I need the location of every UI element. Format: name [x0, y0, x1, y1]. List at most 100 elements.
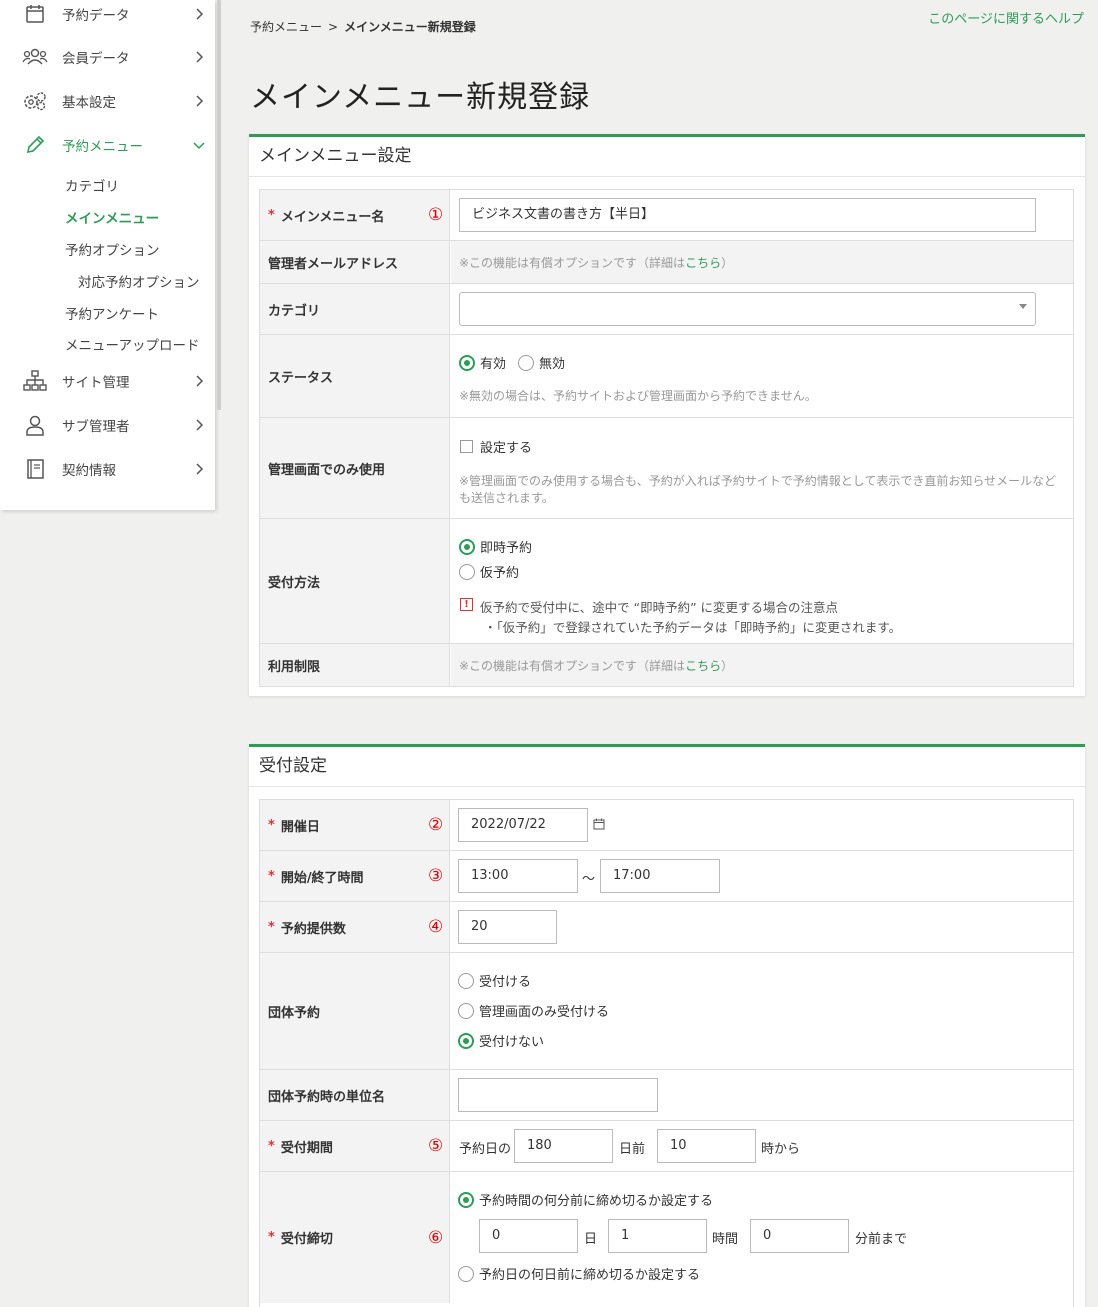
gears-icon	[22, 88, 48, 114]
field-label: * 受付期間 ⑤	[260, 1121, 450, 1171]
sidebar-item-reservation-data[interactable]: 予約データ	[0, 0, 215, 34]
form-row-category: カテゴリ	[260, 284, 1073, 335]
field-value: 予約日の 180 日前 10 時から	[451, 1121, 1073, 1171]
submenu-supported-option[interactable]: 対応予約オプション	[78, 271, 200, 291]
instant-reservation-radio[interactable]: 即時予約	[459, 537, 532, 556]
capacity-input[interactable]: 20	[458, 910, 557, 944]
status-active-radio[interactable]: 有効	[459, 353, 506, 372]
sidebar-scrollbar[interactable]	[217, 0, 221, 410]
group-reject-radio[interactable]: 受付けない	[458, 1031, 544, 1050]
category-select[interactable]	[459, 292, 1036, 326]
form-row-capacity: * 予約提供数 ④ 20	[260, 902, 1073, 953]
field-label: 管理者メールアドレス	[260, 241, 450, 283]
start-time-input[interactable]: 13:00	[458, 859, 578, 893]
sidebar-item-label: サブ管理者	[62, 419, 130, 435]
annotation-number: ③	[428, 866, 444, 886]
field-value: 13:00 ～ 17:00	[451, 851, 1073, 901]
sidebar-item-label: 予約データ	[62, 8, 130, 24]
end-time-input[interactable]: 17:00	[600, 859, 720, 893]
deadline-days-input[interactable]: 0	[479, 1219, 578, 1253]
field-value: ※この機能は有償オプションです（詳細はこちら）	[451, 241, 1073, 283]
sidebar-item-label: サイト管理	[62, 375, 130, 391]
warning-line2: ・「仮予約」で登録されていた予約データは「即時予約」に変更されます。	[484, 620, 902, 635]
field-label: 利用制限	[260, 644, 450, 686]
group-admin-only-radio[interactable]: 管理画面のみ受付ける	[458, 1001, 609, 1020]
field-value: 予約時間の何分前に締め切るか設定する 0 日 1 時間 0 分前まで 予約日の何…	[451, 1172, 1073, 1303]
group-accept-radio[interactable]: 受付ける	[458, 971, 531, 990]
section-title: メインメニュー設定	[249, 137, 1085, 177]
status-inactive-radio[interactable]: 無効	[518, 353, 565, 372]
field-label-text: 利用制限	[268, 659, 321, 675]
field-label: * 開始/終了時間 ③	[260, 851, 450, 901]
field-label-text: ステータス	[268, 370, 334, 386]
tentative-reservation-radio[interactable]: 仮予約	[459, 562, 519, 581]
calendar-icon[interactable]	[593, 818, 605, 830]
menu-name-input[interactable]: ビジネス文書の書き方【半日】	[459, 198, 1036, 232]
sidebar-item-site-management[interactable]: サイト管理	[0, 361, 215, 401]
field-label: * 受付締切 ⑥	[260, 1172, 450, 1303]
field-label: 団体予約	[260, 953, 450, 1069]
main-settings-card: メインメニュー設定 * メインメニュー名 ① ビジネス文書の書き方【半日】 管理…	[249, 134, 1085, 696]
required-mark: *	[268, 919, 275, 935]
sidebar-item-contract-info[interactable]: 契約情報	[0, 449, 215, 489]
sidebar-item-reservation-menu[interactable]: 予約メニュー	[0, 125, 215, 165]
main-settings-form: * メインメニュー名 ① ビジネス文書の書き方【半日】 管理者メールアドレス ※…	[259, 189, 1074, 687]
warning-line1: 仮予約で受付中に、途中で “即時予約” に変更する場合の注意点	[480, 600, 839, 615]
deadline-minutes-input[interactable]: 0	[750, 1219, 849, 1253]
field-label: 管理画面でのみ使用	[260, 418, 450, 518]
required-mark: *	[268, 1138, 275, 1154]
field-label-text: 受付期間	[280, 1140, 333, 1156]
field-value: ※この機能は有償オプションです（詳細はこちら）	[451, 644, 1073, 686]
field-value: 設定する ※管理画面でのみ使用する場合も、予約が入れば予約サイトで予約情報として…	[451, 418, 1073, 518]
field-label-text: メインメニュー名	[280, 209, 385, 225]
submenu-survey[interactable]: 予約アンケート	[65, 303, 159, 323]
deadline-days-unit: 日	[584, 1232, 598, 1247]
details-link[interactable]: こちら	[685, 256, 721, 270]
sidebar-item-basic-settings[interactable]: 基本設定	[0, 81, 215, 121]
period-days-input[interactable]: 180	[514, 1129, 613, 1163]
reception-settings-card: 受付設定 * 開催日 ② 2022/07/22 * 開始/終了時間 ③ 13:0…	[249, 744, 1085, 1307]
users-icon	[22, 44, 48, 70]
sitemap-icon	[22, 368, 48, 394]
sidebar-item-label: 会員データ	[62, 51, 130, 67]
sidebar-item-member-data[interactable]: 会員データ	[0, 37, 215, 77]
period-hours-input[interactable]: 10	[657, 1129, 756, 1163]
field-label-text: 開始/終了時間	[280, 870, 364, 886]
breadcrumb-separator: >	[328, 20, 339, 34]
breadcrumb: 予約メニュー > メインメニュー新規登録	[250, 18, 476, 35]
sidebar-item-sub-admin[interactable]: サブ管理者	[0, 405, 215, 445]
chevron-right-icon	[196, 463, 204, 475]
calendar-icon	[22, 1, 48, 27]
sidebar-item-label: 契約情報	[62, 463, 116, 479]
help-link[interactable]: このページに関するヘルプ	[928, 8, 1084, 27]
pencil-icon	[22, 132, 48, 158]
annotation-number: ⑤	[428, 1136, 444, 1156]
form-row-group-unit: 団体予約時の単位名	[260, 1070, 1073, 1121]
breadcrumb-parent[interactable]: 予約メニュー	[250, 20, 322, 34]
form-row-time: * 開始/終了時間 ③ 13:00 ～ 17:00	[260, 851, 1073, 902]
field-value	[451, 1070, 1073, 1120]
submenu-main-menu[interactable]: メインメニュー	[65, 207, 159, 227]
field-value: 20	[451, 902, 1073, 952]
submenu-category[interactable]: カテゴリ	[65, 175, 119, 195]
period-prefix: 予約日の	[459, 1142, 512, 1157]
deadline-days-radio[interactable]: 予約日の何日前に締め切るか設定する	[458, 1264, 700, 1283]
field-value: ビジネス文書の書き方【半日】	[451, 190, 1073, 240]
field-value: 即時予約 仮予約 ! 仮予約で受付中に、途中で “即時予約” に変更する場合の注…	[451, 519, 1073, 643]
breadcrumb-current: メインメニュー新規登録	[344, 20, 476, 34]
deadline-hours-input[interactable]: 1	[608, 1219, 707, 1253]
book-icon	[22, 456, 48, 482]
submenu-menu-upload[interactable]: メニューアップロード	[65, 334, 199, 354]
submenu-reservation-option[interactable]: 予約オプション	[65, 239, 160, 259]
admin-only-checkbox[interactable]: 設定する	[460, 437, 532, 456]
user-icon	[22, 412, 48, 438]
form-row-group-reservation: 団体予約 受付ける 管理画面のみ受付ける 受付けない	[260, 953, 1073, 1070]
field-value: 2022/07/22	[451, 800, 1073, 850]
group-unit-input[interactable]	[458, 1078, 658, 1112]
deadline-minutes-radio[interactable]: 予約時間の何分前に締め切るか設定する	[458, 1190, 713, 1209]
field-label: カテゴリ	[260, 284, 450, 334]
event-date-input[interactable]: 2022/07/22	[458, 808, 588, 842]
status-note: ※無効の場合は、予約サイトおよび管理画面から予約できません。	[459, 389, 817, 403]
details-link[interactable]: こちら	[685, 659, 721, 673]
form-row-admin-only: 管理画面でのみ使用 設定する ※管理画面でのみ使用する場合も、予約が入れば予約サ…	[260, 418, 1073, 519]
